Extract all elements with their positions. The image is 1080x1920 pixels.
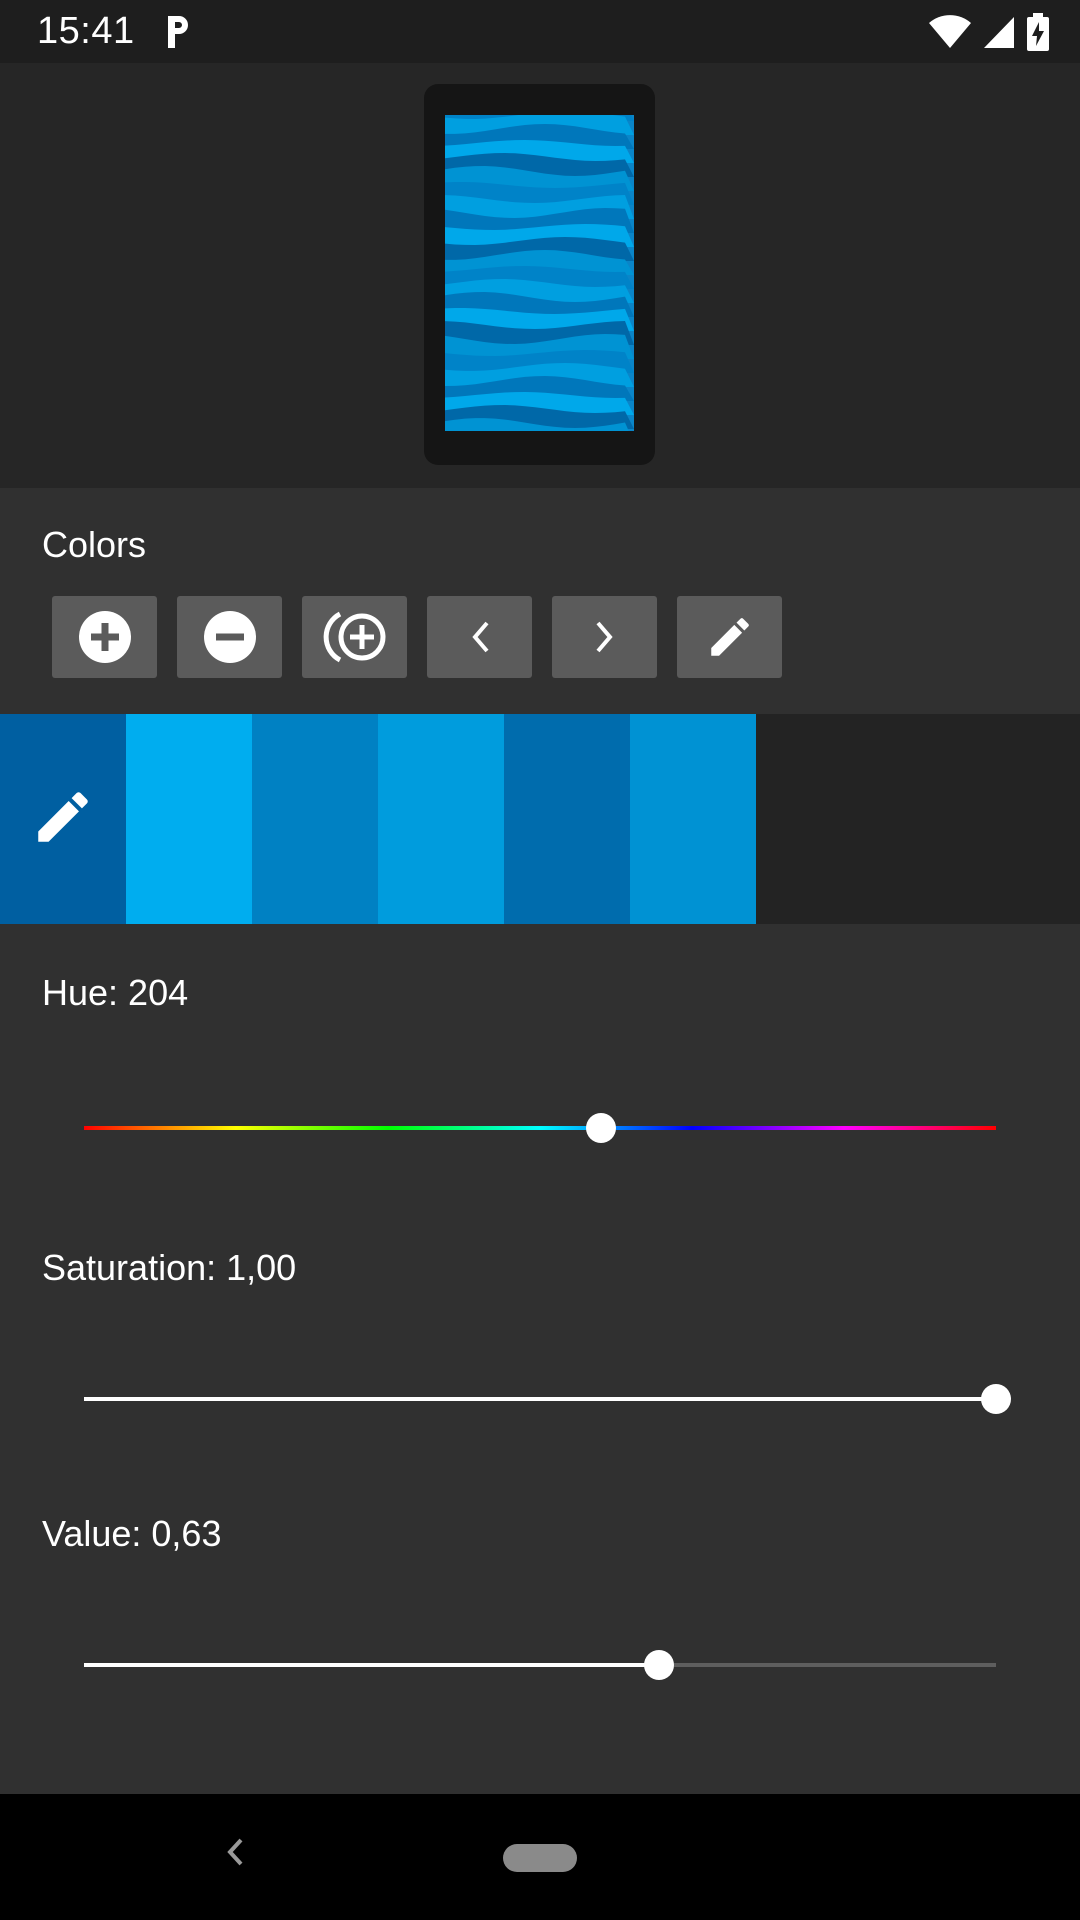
chevron-right-icon [595,621,613,653]
hue-label: Hue: 204 [42,972,189,1013]
status-icons [928,12,1050,52]
hue-slider-thumb[interactable] [585,1113,616,1143]
chevron-left-icon [471,621,489,653]
colors-title: Colors [42,524,147,565]
colors-toolbar [52,596,782,678]
color-swatch[interactable] [126,714,252,924]
color-swatch[interactable] [504,714,630,924]
navigation-bar [0,1794,1080,1920]
edit-color-button[interactable] [677,596,782,678]
add-random-color-button[interactable] [302,596,407,678]
remove-color-button[interactable] [177,596,282,678]
colors-section: Colors [0,488,1080,714]
cell-signal-icon [984,17,1014,48]
add-color-button[interactable] [52,596,157,678]
pencil-icon [710,618,749,656]
add-circle-icon [78,611,131,663]
value-slider-track[interactable] [84,1663,996,1667]
wifi-icon [929,15,971,48]
parking-p-icon [168,16,188,48]
color-swatch-list [0,714,1080,924]
saturation-slider-track[interactable] [84,1397,996,1401]
status-time: 15:41 [37,10,135,52]
color-swatch[interactable] [630,714,756,924]
add-random-icon [323,611,385,663]
color-swatch-selected[interactable] [0,714,126,924]
phone-preview-screen [445,115,634,431]
battery-charging-icon [1027,13,1049,51]
remove-circle-icon [203,611,256,663]
nav-back-icon[interactable] [220,1832,250,1872]
pencil-icon [38,792,88,842]
value-slider-thumb[interactable] [643,1650,674,1680]
status-bar: 15:41 [0,0,1080,63]
move-right-button[interactable] [552,596,657,678]
wave-pattern [445,115,634,431]
color-swatch[interactable] [378,714,504,924]
phone-preview-frame [424,84,655,465]
wallpaper-preview-area [0,63,1080,488]
move-left-button[interactable] [427,596,532,678]
hue-slider-track[interactable] [84,1126,996,1130]
value-label: Value: 0,63 [42,1513,222,1554]
color-swatch[interactable] [252,714,378,924]
saturation-label: Saturation: 1,00 [42,1247,297,1288]
nav-home-pill[interactable] [503,1844,577,1872]
saturation-slider-thumb[interactable] [981,1384,1011,1414]
